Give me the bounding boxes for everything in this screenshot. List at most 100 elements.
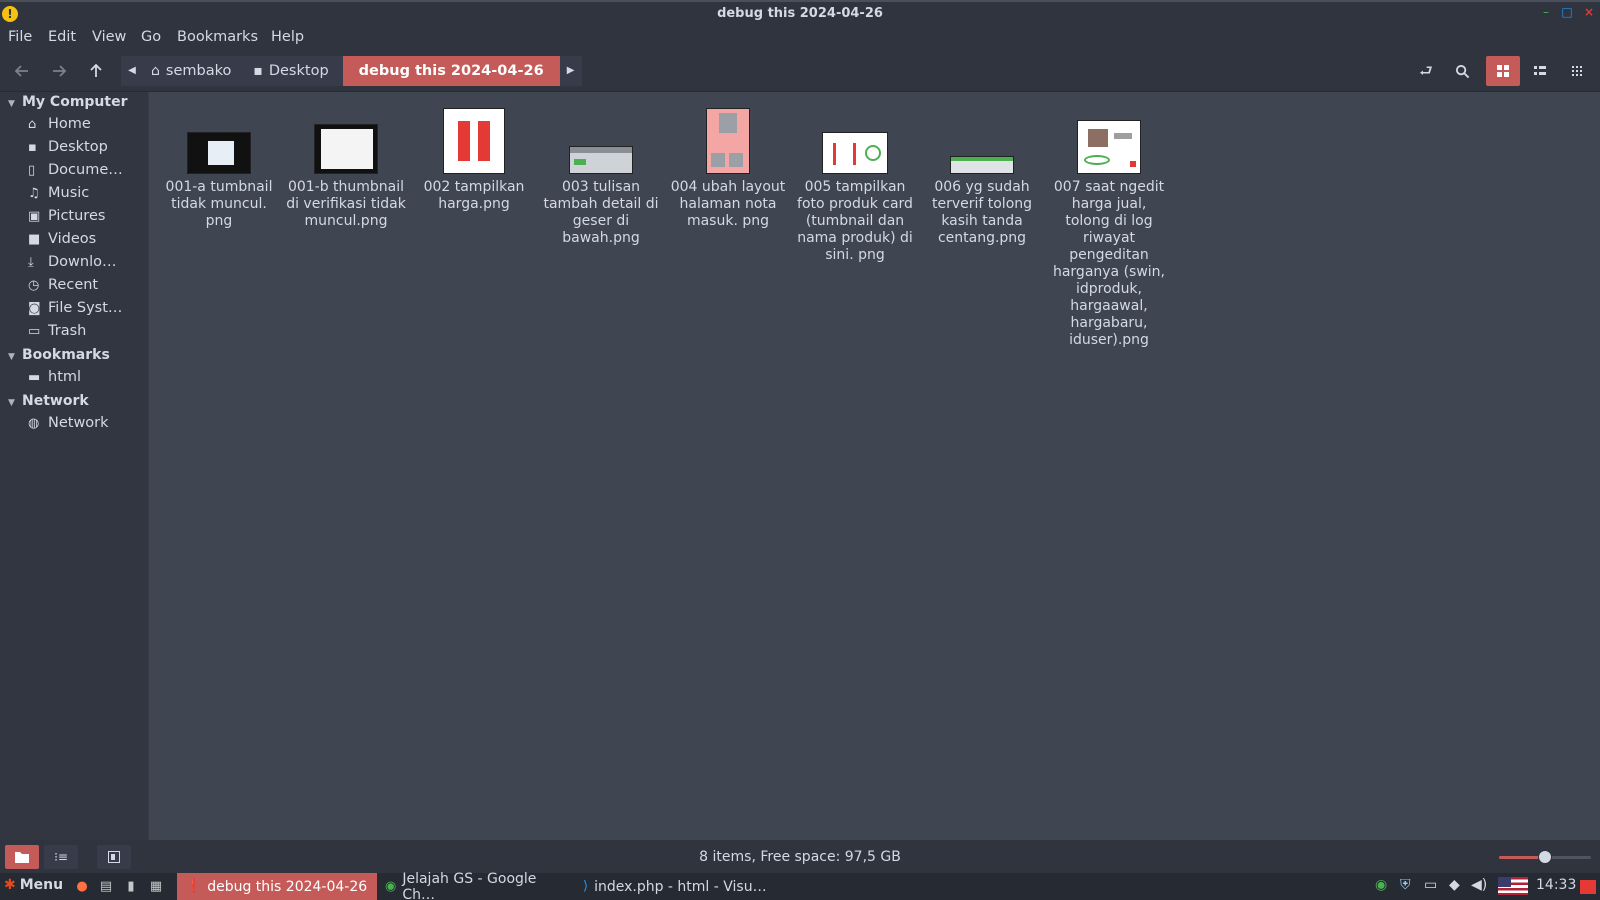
breadcrumb-desktop[interactable]: ▪ Desktop (245, 56, 343, 86)
task-vscode[interactable]: ⟩ index.php - html - Visu… (575, 873, 775, 900)
desktop-icon: ▪ (28, 140, 37, 155)
caret-left-icon: ◀ (128, 65, 136, 76)
image-thumbnail (314, 124, 378, 174)
menu-go[interactable]: Go (141, 29, 161, 45)
notification-icon[interactable]: ▭ (1424, 877, 1437, 893)
sidebar-item-html[interactable]: ▬ html (28, 369, 81, 385)
breadcrumb-prev-button[interactable]: ◀ (121, 56, 143, 86)
search-icon (1455, 64, 1469, 79)
file-item[interactable]: 002 tampilkan harga.png (414, 98, 534, 218)
file-name: 007 saat ngedit harga jual, tolong di lo… (1052, 179, 1166, 348)
up-button[interactable] (84, 59, 108, 83)
breadcrumb-current[interactable]: debug this 2024-04-26 (342, 56, 560, 86)
sidebar-item-videos[interactable]: ■ Videos (28, 231, 96, 247)
arrow-right-icon (53, 65, 67, 77)
recent-icon: ◷ (28, 278, 40, 293)
file-item[interactable]: 001-a tumbnail tidak muncul. png (159, 98, 279, 238)
menu-bar: File Edit View Go Bookmarks Help (0, 25, 1600, 50)
file-name: 002 tampilkan harga.png (423, 179, 525, 212)
status-text: 8 items, Free space: 97,5 GB (699, 849, 901, 865)
sidebar-section-network[interactable]: ▼ Network (8, 393, 89, 409)
compact-view-button[interactable] (1560, 56, 1594, 86)
sidebar-item-filesystem[interactable]: ◙ File Syst… (28, 300, 122, 316)
chrome-tray-icon[interactable]: ◉ (1375, 877, 1387, 893)
menu-bookmarks[interactable]: Bookmarks (177, 29, 258, 45)
sidebar-item-desktop[interactable]: ▪ Desktop (28, 139, 108, 155)
maximize-button[interactable]: □ (1560, 5, 1574, 19)
show-desktop-button[interactable] (1580, 880, 1596, 894)
minimize-button[interactable]: – (1539, 5, 1553, 19)
chrome-icon: ◉ (385, 879, 397, 894)
icon-view-button[interactable] (1486, 56, 1520, 86)
arrow-left-icon (14, 65, 28, 77)
back-button[interactable] (10, 59, 34, 83)
sidebar-section-bookmarks[interactable]: ▼ Bookmarks (8, 347, 110, 363)
terminal-icon: ▮ (127, 879, 135, 894)
file-item[interactable]: 006 yg sudah terverif tolong kasih tanda… (922, 98, 1042, 258)
sidebar-item-pictures[interactable]: ▣ Pictures (28, 208, 105, 224)
file-item[interactable]: 007 saat ngedit harga jual, tolong di lo… (1049, 98, 1169, 368)
breadcrumb-next-button[interactable]: ▶ (559, 56, 582, 86)
home-icon: ⌂ (151, 63, 160, 79)
update-icon[interactable]: ◆ (1449, 877, 1460, 893)
file-name: 006 yg sudah terverif tolong kasih tanda… (931, 179, 1033, 246)
menu-edit[interactable]: Edit (48, 29, 76, 45)
terminal-launcher[interactable]: ▮ (122, 878, 140, 896)
media-launcher[interactable]: ▦ (147, 878, 165, 896)
clapperboard-icon: ▦ (149, 879, 163, 894)
list-view-button[interactable] (1523, 56, 1557, 86)
breadcrumb-label: Desktop (268, 63, 329, 79)
expand-triangle-icon: ▼ (8, 99, 15, 109)
start-menu-button[interactable]: ✱ Menu (4, 877, 63, 893)
file-name: 005 tampilkan foto produk card (tumbnail… (797, 179, 913, 263)
files-launcher[interactable]: ▤ (97, 878, 115, 896)
taskbar: ✱ Menu ● ▤ ▮ ▦ ❗ debug this 2024-04-26 ◉ … (0, 871, 1600, 900)
home-icon: ⌂ (28, 117, 37, 132)
sidebar-item-trash[interactable]: ▭ Trash (28, 323, 86, 339)
image-thumbnail (1077, 120, 1141, 174)
file-view: 001-a tumbnail tidak muncul. png 001-b t… (149, 92, 1600, 840)
shield-icon[interactable]: ⛨ (1400, 877, 1411, 893)
image-thumbnail (822, 132, 888, 174)
files-icon: ▤ (99, 879, 113, 894)
task-chrome[interactable]: ◉ Jelajah GS - Google Ch… (377, 871, 575, 900)
file-item[interactable]: 005 tampilkan foto produk card (tumbnail… (795, 98, 915, 288)
toggle-location-button[interactable]: ⮐ (1409, 56, 1443, 86)
network-icon: ◍ (28, 416, 40, 431)
menu-view[interactable]: View (92, 29, 126, 45)
zoom-slider[interactable] (1499, 850, 1591, 864)
sidebar-item-downloads[interactable]: ⤓ Downlo… (28, 254, 117, 270)
keyboard-layout-flag-icon[interactable] (1498, 877, 1528, 895)
sidebar-item-documents[interactable]: ▯ Docume… (28, 162, 123, 178)
search-button[interactable] (1445, 56, 1479, 86)
sidebar-item-music[interactable]: ♫ Music (28, 185, 89, 201)
sidebar-section-my-computer[interactable]: ▼ My Computer (8, 94, 128, 110)
menu-file[interactable]: File (8, 29, 32, 45)
clock[interactable]: 14:33 (1536, 877, 1576, 893)
breadcrumb-label: sembako (165, 63, 232, 79)
image-thumbnail (569, 146, 633, 174)
document-icon: ▯ (28, 163, 36, 178)
file-item[interactable]: 004 ubah layout halaman nota masuk. png (668, 98, 788, 258)
breadcrumb: ◀ ⌂ sembako ▪ Desktop debug this 2024-04… (121, 56, 582, 86)
zoom-slider-handle[interactable] (1538, 850, 1552, 864)
menu-help[interactable]: Help (271, 29, 304, 45)
file-name: 001-a tumbnail tidak muncul. png (165, 179, 273, 229)
pictures-icon: ▣ (28, 209, 41, 224)
window-title: debug this 2024-04-26 (717, 6, 883, 21)
firefox-launcher[interactable]: ● (73, 878, 91, 896)
alert-icon: ❗ (185, 879, 202, 894)
file-item[interactable]: 001-b thumbnail di verifikasi tidak munc… (286, 98, 406, 258)
breadcrumb-home[interactable]: ⌂ sembako (143, 56, 246, 86)
close-button[interactable]: × (1582, 5, 1596, 19)
firefox-icon: ● (76, 879, 88, 894)
forward-button[interactable] (47, 59, 71, 83)
task-file-manager[interactable]: ❗ debug this 2024-04-26 (177, 873, 377, 900)
file-name: 003 tulisan tambah detail di geser di ba… (543, 179, 659, 246)
sidebar-item-network[interactable]: ◍ Network (28, 415, 109, 431)
sidebar-item-recent[interactable]: ◷ Recent (28, 277, 98, 293)
file-item[interactable]: 003 tulisan tambah detail di geser di ba… (541, 98, 661, 258)
sidebar-item-home[interactable]: ⌂ Home (28, 116, 91, 132)
volume-icon[interactable]: ◀) (1471, 877, 1487, 893)
compact-view-icon (1572, 66, 1582, 76)
